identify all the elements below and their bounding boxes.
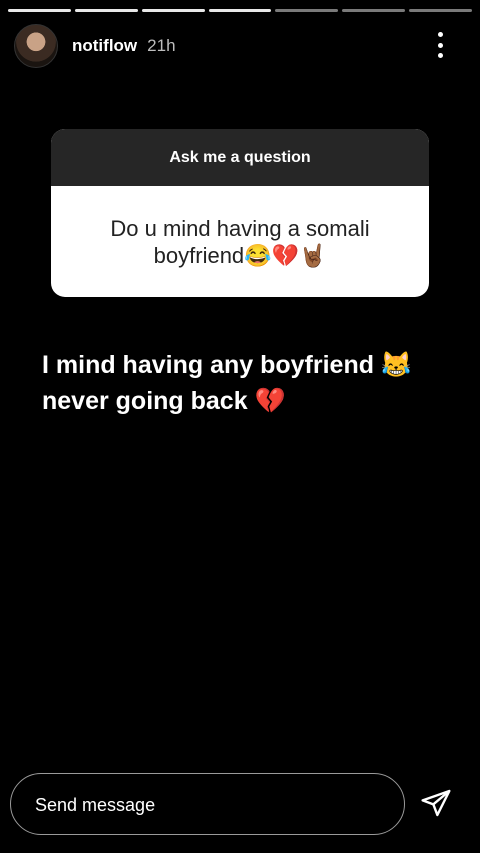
progress-segment xyxy=(342,9,406,12)
avatar[interactable] xyxy=(14,24,58,68)
progress-segment xyxy=(208,9,272,12)
message-box[interactable] xyxy=(10,773,405,836)
caption-line: never going back 💔 xyxy=(42,387,286,415)
progress-segment xyxy=(409,9,473,12)
progress-segment xyxy=(275,9,339,12)
question-sticker-header: Ask me a question xyxy=(51,129,429,186)
post-time: 21h xyxy=(147,36,176,55)
story-caption: I mind having any boyfriend 😹 never goin… xyxy=(42,347,462,419)
reply-bar xyxy=(10,773,470,836)
caption-line: I mind having any boyfriend 😹 xyxy=(42,351,413,379)
question-sticker[interactable]: Ask me a question Do u mind having a som… xyxy=(51,129,429,297)
username[interactable]: notiflow xyxy=(72,36,137,56)
story-progress-bar xyxy=(8,9,473,13)
progress-segment xyxy=(141,9,205,12)
send-icon[interactable] xyxy=(420,787,452,819)
progress-segment xyxy=(8,9,71,12)
question-text: Do u mind having a somali boyfriend😂💔🤘🏾 xyxy=(110,215,370,268)
send-message-input[interactable] xyxy=(33,774,377,836)
more-vertical-icon[interactable] xyxy=(436,32,444,58)
story-header: notiflow 21h xyxy=(14,24,466,68)
progress-segment xyxy=(74,9,138,12)
